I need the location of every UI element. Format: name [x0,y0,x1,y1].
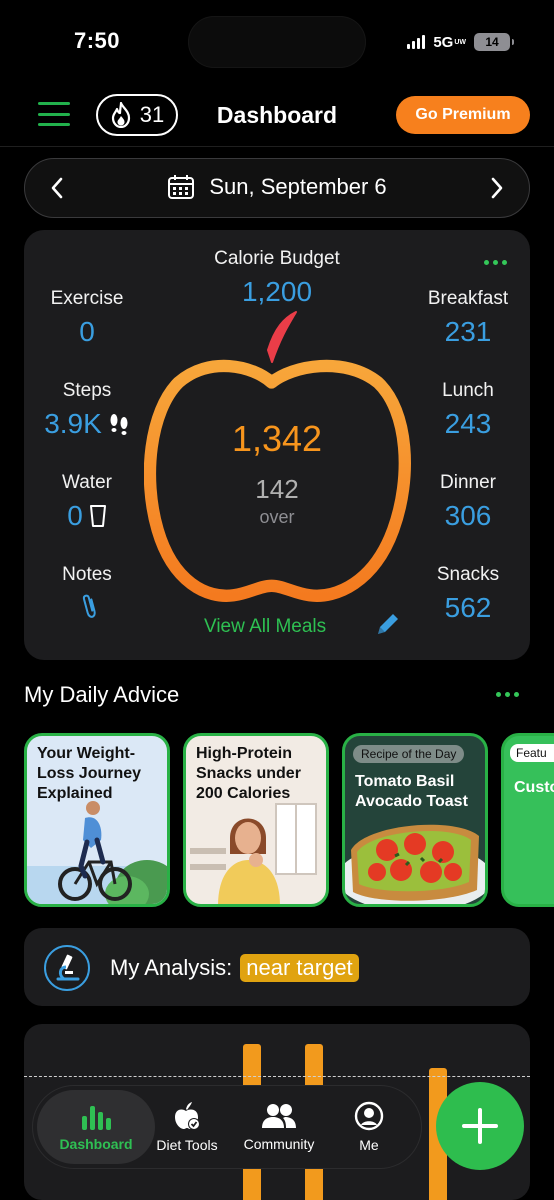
advice-card-title: Tomato Basil Avocado Toast [355,773,468,810]
daily-advice-heading: My Daily Advice [24,682,180,707]
view-all-meals-link[interactable]: View All Meals [204,616,326,638]
people-icon [262,1104,296,1128]
glass-icon [89,505,106,527]
lunch-label: Lunch [442,380,494,401]
snacks-stat[interactable]: Snacks 562 [398,564,538,624]
person-icon [354,1101,384,1131]
steps-label: Steps [62,380,112,401]
water-label: Water [62,472,112,493]
network-subtype: UW [454,38,466,46]
notes-stat[interactable]: Notes [17,564,157,620]
streak-badge[interactable]: 31 [96,94,178,136]
water-value: 0 [67,500,83,531]
app-header: 31 Dashboard Go Premium [0,90,554,142]
menu-icon[interactable] [38,102,70,126]
status-icons: 5G UW 14 [407,33,514,51]
calendar-icon [168,175,195,199]
tab-community-label: Community [243,1136,315,1152]
lunch-value: 243 [444,408,492,439]
dinner-stat[interactable]: Dinner 306 [398,472,538,532]
calorie-total-block: 1,342 142 over [177,418,377,528]
feature-tag: Featu [510,744,554,762]
bar-chart-icon [82,1106,111,1130]
dynamic-island [188,16,366,68]
budget-label: Calorie Budget [214,248,340,269]
advice-carousel[interactable]: Your Weight-Loss Journey Explained High-… [24,733,554,908]
tab-diet-tools[interactable]: Diet Tools [141,1090,233,1164]
notes-label: Notes [62,564,112,585]
status-time: 7:50 [74,28,121,53]
advice-card[interactable]: High-Protein Snacks under 200 Calories [183,733,329,907]
microscope-icon [44,945,90,991]
apple-check-icon [175,1102,200,1130]
calorie-total: 1,342 [231,418,323,459]
cyclist-illustration [27,801,167,904]
snacks-label: Snacks [436,564,500,585]
network-type: 5G [433,33,454,51]
woman-thinking-illustration [190,803,317,904]
analysis-status-badge: near target [240,954,359,982]
steps-stat[interactable]: Steps 3.9K [17,380,157,440]
next-day-button[interactable] [483,173,511,203]
bottom-tab-bar: Dashboard Diet Tools Community Me [32,1085,422,1169]
breakfast-stat[interactable]: Breakfast 231 [398,288,538,348]
header-divider [0,146,554,147]
water-stat[interactable]: Water 0 [17,472,157,532]
dinner-label: Dinner [440,472,496,493]
advice-card[interactable]: Featu Custo Type [501,733,554,907]
tab-community[interactable]: Community [233,1090,325,1164]
go-premium-button[interactable]: Go Premium [396,96,530,134]
avocado-toast-illustration [345,824,485,904]
add-entry-button[interactable] [436,1082,524,1170]
battery-level: 14 [485,35,499,49]
advice-card[interactable]: Recipe of the Day Tomato Basil Avocado T… [342,733,488,907]
breakfast-label: Breakfast [427,288,509,309]
date-display[interactable]: Sun, September 6 [25,174,529,200]
tab-diet-tools-label: Diet Tools [156,1137,218,1153]
paperclip-icon [82,594,96,618]
flame-icon [111,102,130,128]
calorie-budget: Calorie Budget 1,200 [177,248,377,308]
more-options-icon[interactable] [484,260,507,265]
network-label: 5G UW [433,34,466,51]
tab-dashboard[interactable]: Dashboard [37,1090,155,1164]
recipe-of-day-tag: Recipe of the Day [353,745,465,763]
battery-icon: 14 [474,33,514,51]
over-label: over [259,507,295,527]
pencil-icon[interactable] [374,610,402,638]
streak-count: 31 [139,102,165,127]
signal-icon [407,35,426,49]
calorie-summary-card: Calorie Budget 1,200 Exercise 0 Steps 3.… [24,230,530,660]
advice-more-options-icon[interactable] [496,692,519,697]
plus-icon [462,1108,498,1144]
tab-me[interactable]: Me [323,1090,415,1164]
analysis-label: My Analysis: [110,955,233,980]
exercise-value: 0 [79,316,95,347]
advice-card-title: High-Protein Snacks under 200 Calories [196,745,301,802]
over-value: 142 [255,474,299,504]
target-line [24,1076,530,1077]
chevron-right-icon [491,177,503,199]
dinner-value: 306 [444,500,492,531]
snacks-value: 562 [444,592,492,623]
tab-dashboard-label: Dashboard [59,1136,133,1152]
steps-value: 3.9K [44,408,102,439]
advice-card[interactable]: Your Weight-Loss Journey Explained [24,733,170,907]
budget-value: 1,200 [241,276,313,307]
footsteps-icon [110,414,128,435]
exercise-stat[interactable]: Exercise 0 [17,288,157,348]
advice-card-title: Custo Type [514,779,554,796]
date-navigator: Sun, September 6 [24,158,530,218]
analysis-text: My Analysis: near target [110,954,359,982]
advice-card-title: Your Weight-Loss Journey Explained [37,745,142,802]
my-analysis-card[interactable]: My Analysis: near target [24,928,530,1006]
tab-me-label: Me [359,1137,379,1153]
current-date: Sun, September 6 [209,174,387,199]
exercise-label: Exercise [50,288,124,309]
status-bar: 7:50 5G UW 14 [0,0,554,84]
breakfast-value: 231 [444,316,492,347]
lunch-stat[interactable]: Lunch 243 [398,380,538,440]
